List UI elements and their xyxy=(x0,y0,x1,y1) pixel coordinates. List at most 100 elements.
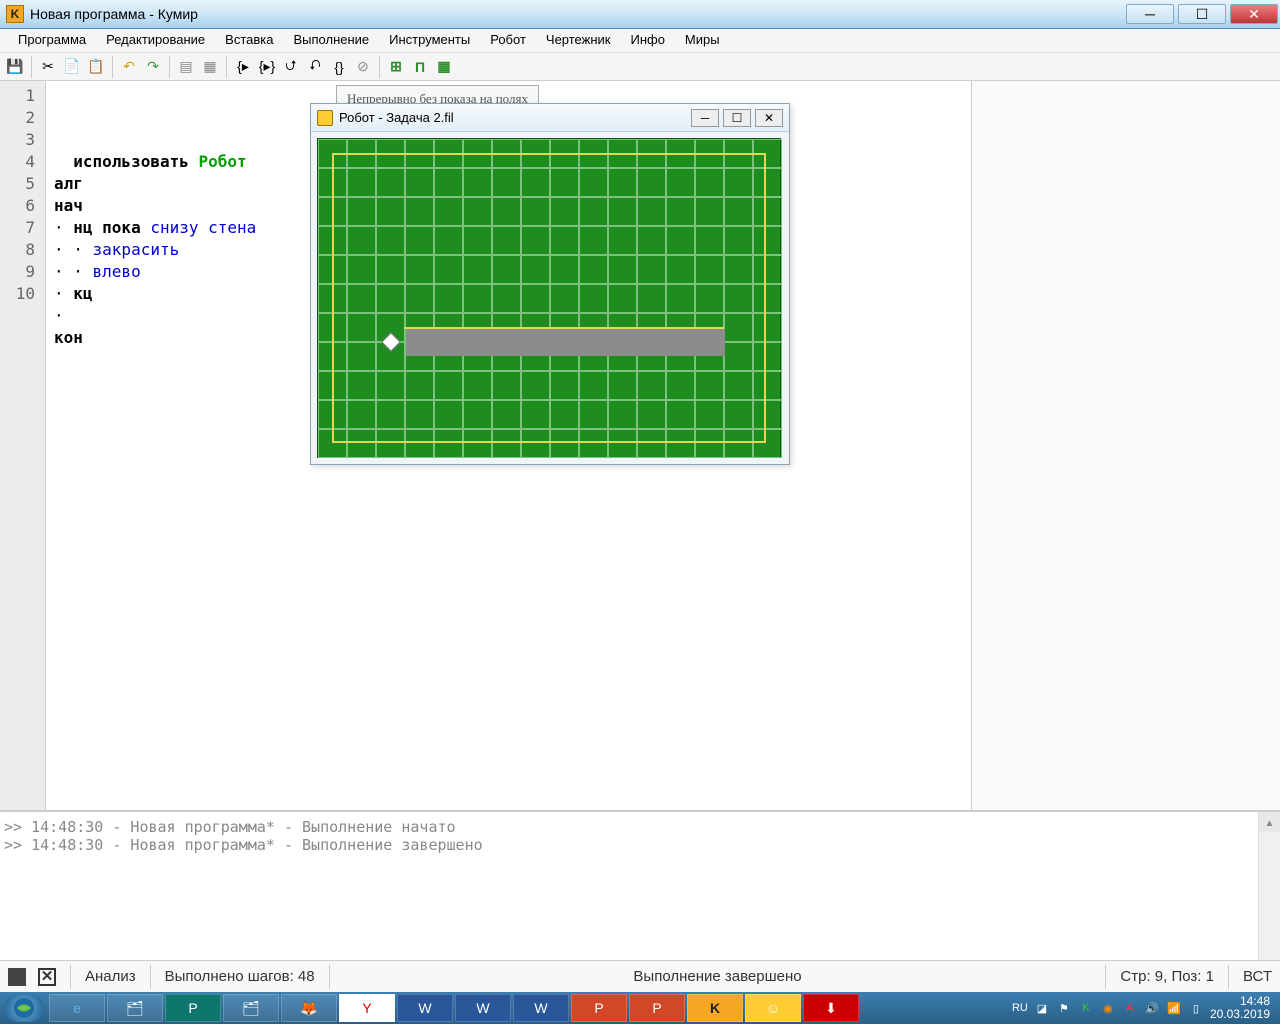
menubar: ПрограммаРедактированиеВставкаВыполнение… xyxy=(0,29,1280,53)
close-button[interactable]: ✕ xyxy=(1230,4,1278,24)
statusbar: ✕ Анализ Выполнено шагов: 48 Выполнение … xyxy=(0,960,1280,992)
tray-pdf-icon[interactable]: A xyxy=(1122,1000,1138,1016)
menu-Инфо[interactable]: Инфо xyxy=(620,29,674,52)
task-firefox-icon[interactable]: 🦊 xyxy=(281,994,337,1022)
line-number: 8 xyxy=(4,239,41,261)
status-exec: Выполнение завершено xyxy=(344,968,1092,985)
step1-icon[interactable]: ⮍ xyxy=(280,56,302,78)
menu-Выполнение[interactable]: Выполнение xyxy=(283,29,379,52)
task-word2-icon[interactable]: W xyxy=(455,994,511,1022)
tray-shield-icon[interactable]: ◪ xyxy=(1034,1000,1050,1016)
main-area: 12345678910 Непрерывно без показа на пол… xyxy=(0,81,1280,810)
window-title: Новая программа - Кумир xyxy=(30,6,198,22)
tray-lang[interactable]: RU xyxy=(1012,1000,1028,1016)
task-word3-icon[interactable]: W xyxy=(513,994,569,1022)
line-number: 6 xyxy=(4,195,41,217)
painted-cells xyxy=(406,329,725,356)
grid1-icon[interactable]: ⊞ xyxy=(385,56,407,78)
editor-panel: 12345678910 Непрерывно без показа на пол… xyxy=(0,81,972,810)
paste-icon[interactable]: 📋 xyxy=(85,56,107,78)
line-number: 4 xyxy=(4,151,41,173)
line-number: 3 xyxy=(4,129,41,151)
robot-close-button[interactable]: ✕ xyxy=(755,109,783,127)
task-explorer-icon[interactable]: 🗂 xyxy=(107,994,163,1022)
grid3-icon[interactable]: ▦ xyxy=(433,56,455,78)
doc1-icon[interactable]: ▤ xyxy=(175,56,197,78)
run2-icon[interactable]: {▸} xyxy=(256,56,278,78)
titlebar: K Новая программа - Кумир ─ ☐ ✕ xyxy=(0,0,1280,29)
line-number: 2 xyxy=(4,107,41,129)
copy-icon[interactable]: 📄 xyxy=(61,56,83,78)
start-button[interactable] xyxy=(4,994,44,1022)
task-files-icon[interactable]: 🗂 xyxy=(223,994,279,1022)
robot-window-title: Робот - Задача 2.fil xyxy=(339,110,454,125)
menu-Редактирование[interactable]: Редактирование xyxy=(96,29,215,52)
tray-updater-icon[interactable]: ◉ xyxy=(1100,1000,1116,1016)
console-scrollbar[interactable]: ▴ xyxy=(1258,812,1280,960)
inner-wall xyxy=(404,327,724,329)
line-number: 1 xyxy=(4,85,41,107)
menu-Робот[interactable]: Робот xyxy=(480,29,536,52)
robot-max-button[interactable]: ☐ xyxy=(723,109,751,127)
gutter: 12345678910 xyxy=(0,81,46,810)
task-word1-icon[interactable]: W xyxy=(397,994,453,1022)
redo-icon[interactable]: ↷ xyxy=(142,56,164,78)
doc2-icon[interactable]: ▦ xyxy=(199,56,221,78)
step2-icon[interactable]: ⮏ xyxy=(304,56,326,78)
robot-min-button[interactable]: ─ xyxy=(691,109,719,127)
status-steps: Выполнено шагов: 48 xyxy=(165,968,315,985)
console-line: >> 14:48:30 - Новая программа* - Выполне… xyxy=(4,836,1276,854)
tray-clock[interactable]: 14:48 20.03.2019 xyxy=(1210,995,1270,1021)
menu-Программа[interactable]: Программа xyxy=(8,29,96,52)
line-number: 9 xyxy=(4,261,41,283)
menu-Вставка[interactable]: Вставка xyxy=(215,29,283,52)
robot-field[interactable] xyxy=(317,138,781,458)
console-line: >> 14:48:30 - Новая программа* - Выполне… xyxy=(4,818,1276,836)
task-ie-icon[interactable]: e xyxy=(49,994,105,1022)
system-tray: RU ◪ ⚑ K ◉ A 🔊 📶 ▯ 14:48 20.03.2019 xyxy=(1012,995,1276,1021)
menu-Миры[interactable]: Миры xyxy=(675,29,730,52)
tray-av-icon[interactable]: K xyxy=(1078,1000,1094,1016)
status-analysis: Анализ xyxy=(85,968,136,985)
task-kumir-icon[interactable]: K xyxy=(687,994,743,1022)
status-clear-icon[interactable]: ✕ xyxy=(38,968,56,986)
robot-window[interactable]: Робот - Задача 2.fil ─ ☐ ✕ xyxy=(310,103,790,465)
tray-volume-icon[interactable]: 🔊 xyxy=(1144,1000,1160,1016)
app-icon: K xyxy=(6,5,24,23)
scroll-up-icon[interactable]: ▴ xyxy=(1259,812,1280,832)
stop-icon[interactable]: ⊘ xyxy=(352,56,374,78)
windows-taskbar: e 🗂 P 🗂 🦊 Y W W W P P K ☺ ⬇ RU ◪ ⚑ K ◉ A… xyxy=(0,992,1280,1024)
tray-flag-icon[interactable]: ⚑ xyxy=(1056,1000,1072,1016)
task-yandex-icon[interactable]: Y xyxy=(339,994,395,1022)
status-save-icon[interactable] xyxy=(8,968,26,986)
line-number: 5 xyxy=(4,173,41,195)
run1-icon[interactable]: {▸ xyxy=(232,56,254,78)
robot-window-icon xyxy=(317,110,333,126)
undo-icon[interactable]: ↶ xyxy=(118,56,140,78)
task-pdf-icon[interactable]: ⬇ xyxy=(803,994,859,1022)
field-border xyxy=(332,153,766,443)
cut-icon[interactable]: ✂ xyxy=(37,56,59,78)
task-publisher-icon[interactable]: P xyxy=(165,994,221,1022)
status-cursor-pos: Стр: 9, Поз: 1 xyxy=(1120,968,1214,985)
menu-Инструменты[interactable]: Инструменты xyxy=(379,29,480,52)
tray-date: 20.03.2019 xyxy=(1210,1008,1270,1021)
side-panel xyxy=(972,81,1280,810)
console-output[interactable]: >> 14:48:30 - Новая программа* - Выполне… xyxy=(0,810,1280,960)
menu-Чертежник[interactable]: Чертежник xyxy=(536,29,621,52)
minimize-button[interactable]: ─ xyxy=(1126,4,1174,24)
maximize-button[interactable]: ☐ xyxy=(1178,4,1226,24)
save-icon[interactable]: 💾 xyxy=(4,56,26,78)
task-ppt1-icon[interactable]: P xyxy=(571,994,627,1022)
tray-battery-icon[interactable]: ▯ xyxy=(1188,1000,1204,1016)
tray-network-icon[interactable]: 📶 xyxy=(1166,1000,1182,1016)
line-number: 10 xyxy=(4,283,41,305)
step3-icon[interactable]: {} xyxy=(328,56,350,78)
robot-titlebar[interactable]: Робот - Задача 2.fil ─ ☐ ✕ xyxy=(311,104,789,132)
task-robot-icon[interactable]: ☺ xyxy=(745,994,801,1022)
grid2-icon[interactable]: П xyxy=(409,56,431,78)
toolbar: 💾 ✂ 📄 📋 ↶ ↷ ▤ ▦ {▸ {▸} ⮍ ⮏ {} ⊘ ⊞ П ▦ xyxy=(0,53,1280,81)
robot-field-wrap xyxy=(311,132,789,464)
line-number: 7 xyxy=(4,217,41,239)
task-ppt2-icon[interactable]: P xyxy=(629,994,685,1022)
